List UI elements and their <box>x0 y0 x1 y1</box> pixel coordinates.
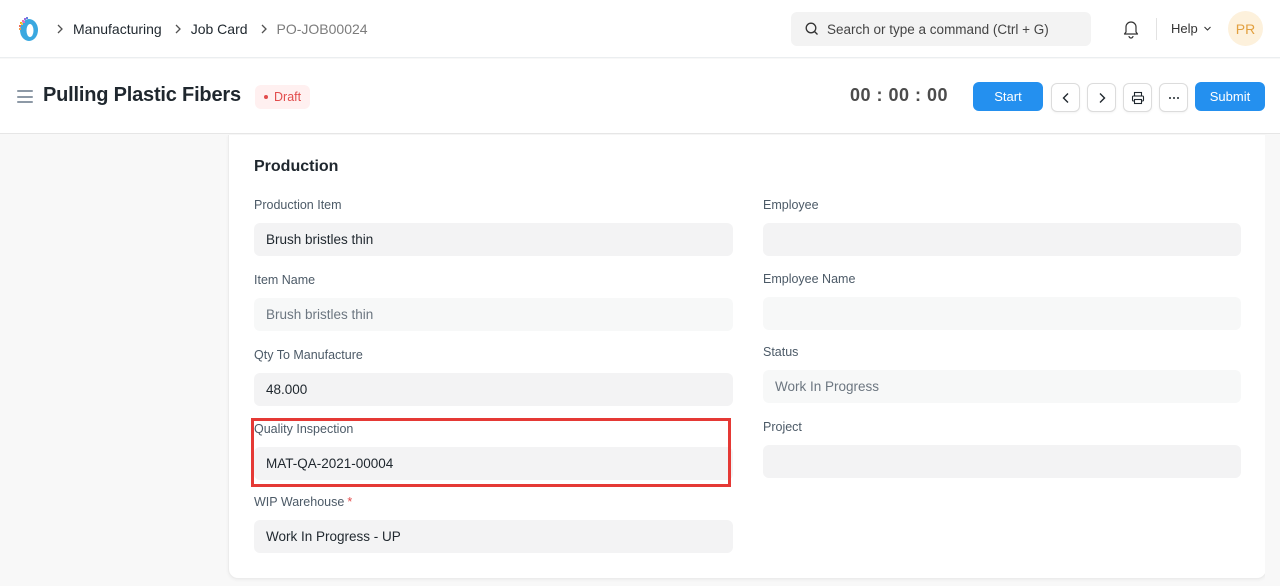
field-label: Status <box>763 345 799 359</box>
wip-warehouse-label: WIP Warehouse <box>254 495 345 509</box>
wip-warehouse-input[interactable]: Work In Progress - UP <box>254 520 733 553</box>
breadcrumb-job-card[interactable]: Job Card <box>191 21 248 37</box>
chevron-right-icon <box>56 24 64 34</box>
top-navbar: Manufacturing Job Card PO-JOB00024 Searc… <box>0 0 1280 58</box>
sidebar-toggle-icon[interactable] <box>17 90 33 103</box>
chevron-left-icon <box>1062 92 1068 103</box>
field-label: WIP Warehouse * <box>254 495 733 513</box>
start-button[interactable]: Start <box>973 82 1043 111</box>
employee-name-value <box>763 297 1241 330</box>
field-status: Status Work In Progress <box>763 345 1241 403</box>
chevron-down-icon <box>1203 24 1212 33</box>
submit-button[interactable]: Submit <box>1195 82 1265 111</box>
page-scroll-gutter <box>1265 135 1280 586</box>
field-label: Project <box>763 420 802 434</box>
field-production-item: Production Item Brush bristles thin <box>254 198 733 256</box>
user-avatar[interactable]: PR <box>1228 11 1263 46</box>
job-timer: 00 : 00 : 00 <box>850 85 949 105</box>
more-actions-button[interactable] <box>1159 83 1188 112</box>
search-placeholder: Search or type a command (Ctrl + G) <box>827 21 1049 37</box>
field-label: Production Item <box>254 198 342 212</box>
chevron-right-icon <box>1099 92 1105 103</box>
breadcrumb: Manufacturing Job Card PO-JOB00024 <box>54 19 378 39</box>
search-input[interactable]: Search or type a command (Ctrl + G) <box>791 12 1091 46</box>
status-value: Work In Progress <box>763 370 1241 403</box>
page-header: Pulling Plastic Fibers Draft 00 : 00 : 0… <box>0 59 1280 134</box>
print-button[interactable] <box>1123 83 1152 112</box>
status-dot-icon <box>264 95 268 99</box>
field-project: Project <box>763 420 1241 478</box>
field-label: Employee Name <box>763 272 856 286</box>
production-section-card: Production Production Item Brush bristle… <box>228 135 1267 579</box>
status-badge: Draft <box>255 85 311 109</box>
production-item-input[interactable]: Brush bristles thin <box>254 223 733 256</box>
field-label: Employee <box>763 198 819 212</box>
breadcrumb-manufacturing[interactable]: Manufacturing <box>73 21 162 37</box>
field-label: Item Name <box>254 273 316 287</box>
ellipsis-icon <box>1168 96 1179 99</box>
navbar-divider <box>1156 18 1157 40</box>
employee-input[interactable] <box>763 223 1241 256</box>
search-icon <box>805 22 819 36</box>
page-title: Pulling Plastic Fibers <box>43 84 241 106</box>
app-logo-icon[interactable] <box>16 16 40 42</box>
item-name-value: Brush bristles thin <box>254 298 733 331</box>
field-label: Qty To Manufacture <box>254 348 363 362</box>
help-dropdown[interactable]: Help <box>1171 21 1212 36</box>
field-qty-to-manufacture: Qty To Manufacture 48.000 <box>254 348 733 406</box>
chevron-right-icon <box>174 24 182 34</box>
highlight-box <box>251 418 731 487</box>
qty-to-manufacture-input[interactable]: 48.000 <box>254 373 733 406</box>
chevron-right-icon <box>260 24 268 34</box>
project-input[interactable] <box>763 445 1241 478</box>
field-item-name: Item Name Brush bristles thin <box>254 273 733 331</box>
notification-bell-icon[interactable] <box>1122 19 1140 39</box>
field-wip-warehouse: WIP Warehouse * Work In Progress - UP <box>254 495 733 553</box>
required-asterisk: * <box>347 495 353 509</box>
help-label: Help <box>1171 21 1198 36</box>
status-badge-label: Draft <box>274 90 302 104</box>
field-employee: Employee <box>763 198 1241 256</box>
printer-icon <box>1131 91 1144 104</box>
breadcrumb-current-doc[interactable]: PO-JOB00024 <box>277 21 368 37</box>
field-employee-name: Employee Name <box>763 272 1241 330</box>
next-doc-button[interactable] <box>1087 83 1116 112</box>
previous-doc-button[interactable] <box>1051 83 1080 112</box>
section-title: Production <box>254 158 339 175</box>
